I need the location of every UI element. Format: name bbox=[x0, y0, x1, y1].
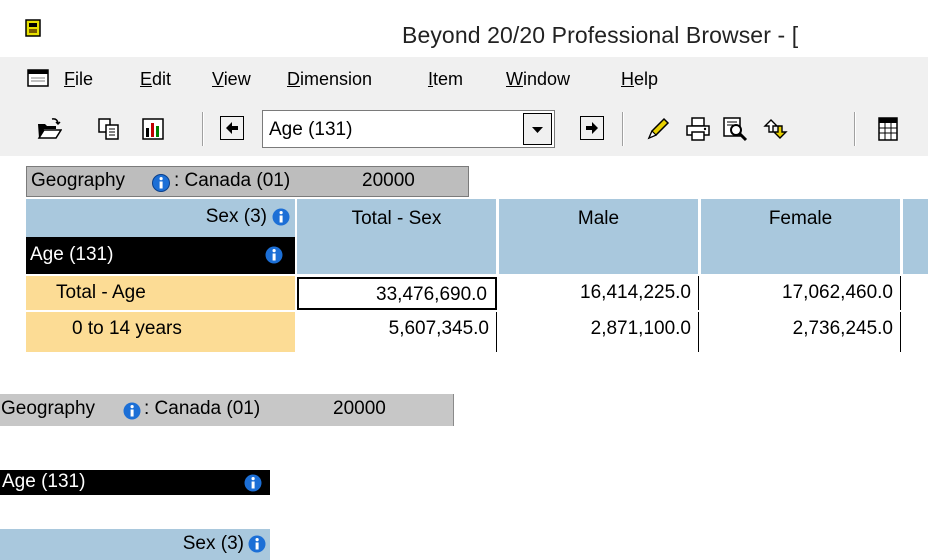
info-icon[interactable] bbox=[123, 402, 141, 420]
grid-icon[interactable] bbox=[875, 116, 901, 142]
row-header[interactable]: Total - Age bbox=[26, 276, 295, 310]
row-dimension-label: Age (131) bbox=[2, 471, 86, 492]
column-header[interactable]: Total - Sex bbox=[297, 199, 497, 274]
menu-window[interactable]: Window bbox=[506, 69, 570, 90]
app-icon[interactable] bbox=[25, 19, 41, 37]
column-header[interactable] bbox=[903, 199, 928, 274]
open-folder-icon[interactable] bbox=[36, 116, 62, 142]
column-header[interactable]: Male bbox=[499, 199, 699, 274]
geography-value: : Canada (01) bbox=[174, 170, 291, 191]
menu-item[interactable]: Item bbox=[428, 69, 463, 90]
chevron-down-icon bbox=[532, 127, 543, 133]
dimension-select-value: Age (131) bbox=[269, 119, 353, 140]
document-icon[interactable] bbox=[27, 69, 49, 87]
info-icon[interactable] bbox=[248, 535, 266, 553]
menu-dimension[interactable]: Dimension bbox=[287, 69, 372, 90]
table-cell[interactable]: 2,736,245.0 bbox=[701, 312, 901, 352]
row-header-label: Total - Age bbox=[56, 282, 146, 303]
cell-value: 5,607,345.0 bbox=[388, 318, 489, 339]
search-icon[interactable] bbox=[722, 116, 748, 142]
arrows-icon[interactable] bbox=[762, 116, 788, 142]
column-header-label: Male bbox=[577, 208, 620, 229]
geography-value: : Canada (01) bbox=[144, 398, 261, 419]
pencil-icon[interactable] bbox=[645, 116, 671, 142]
geography-label: Geography bbox=[1, 398, 96, 419]
dimension-select-dropdown-button[interactable] bbox=[523, 113, 552, 145]
title-bar: Beyond 20/20 Professional Browser - [ bbox=[0, 0, 928, 57]
info-icon[interactable] bbox=[265, 246, 283, 264]
table-cell[interactable]: 17,062,460.0 bbox=[701, 276, 901, 310]
column-header-label: Total - Sex bbox=[351, 208, 442, 229]
column-dimension-header-detail[interactable]: Sex (3) bbox=[0, 529, 270, 560]
geography-label: Geography bbox=[31, 170, 126, 191]
table-cell[interactable]: 5,607,345.0 bbox=[297, 312, 497, 352]
toolbar-separator bbox=[622, 112, 624, 146]
toolbar-separator bbox=[202, 112, 204, 146]
column-dimension-label: Sex (3) bbox=[182, 533, 244, 554]
prev-dimension-button[interactable] bbox=[220, 116, 244, 140]
arrow-right-icon bbox=[586, 122, 598, 134]
menu-bar: File Edit View Dimension Item Window Hel… bbox=[0, 57, 928, 104]
row-header[interactable]: 0 to 14 years bbox=[26, 312, 295, 352]
row-header-label: 0 to 14 years bbox=[72, 318, 182, 339]
geography-bar[interactable]: Geography : Canada (01) 20000 bbox=[26, 166, 469, 197]
menu-edit[interactable]: Edit bbox=[140, 69, 171, 90]
menu-view[interactable]: View bbox=[212, 69, 251, 90]
geography-code: 20000 bbox=[362, 170, 415, 191]
dimension-select[interactable]: Age (131) bbox=[262, 110, 555, 148]
menu-file[interactable]: File bbox=[64, 69, 93, 90]
row-dimension-label: Age (131) bbox=[30, 244, 114, 265]
chart-icon[interactable] bbox=[140, 116, 166, 142]
cell-value: 33,476,690.0 bbox=[376, 284, 487, 305]
info-icon[interactable] bbox=[152, 174, 170, 192]
geography-bar-detail[interactable]: Geography : Canada (01) 20000 bbox=[0, 394, 454, 426]
column-dimension-label: Sex (3) bbox=[205, 206, 267, 227]
cell-value: 17,062,460.0 bbox=[782, 282, 893, 303]
menu-help[interactable]: Help bbox=[621, 69, 658, 90]
cell-value: 2,736,245.0 bbox=[792, 318, 893, 339]
window-title: Beyond 20/20 Professional Browser - [ bbox=[402, 22, 799, 48]
cell-value: 16,414,225.0 bbox=[580, 282, 691, 303]
column-dimension-header[interactable]: Sex (3) bbox=[26, 199, 295, 237]
toolbar-separator bbox=[854, 112, 856, 146]
table-cell[interactable]: 16,414,225.0 bbox=[499, 276, 699, 310]
row-dimension-header[interactable]: Age (131) bbox=[26, 237, 295, 274]
print-icon[interactable] bbox=[685, 116, 711, 142]
copy-icon[interactable] bbox=[96, 116, 122, 142]
table-cell[interactable]: 2,871,100.0 bbox=[499, 312, 699, 352]
info-icon[interactable] bbox=[272, 208, 290, 226]
arrow-left-icon bbox=[226, 122, 238, 134]
info-icon[interactable] bbox=[244, 474, 262, 492]
next-dimension-button[interactable] bbox=[580, 116, 604, 140]
table-cell-selected[interactable]: 33,476,690.0 bbox=[297, 277, 497, 310]
column-header-label: Female bbox=[768, 208, 833, 229]
cell-value: 2,871,100.0 bbox=[590, 318, 691, 339]
row-dimension-header-detail[interactable]: Age (131) bbox=[0, 470, 270, 495]
column-header[interactable]: Female bbox=[701, 199, 901, 274]
geography-code: 20000 bbox=[333, 398, 386, 419]
